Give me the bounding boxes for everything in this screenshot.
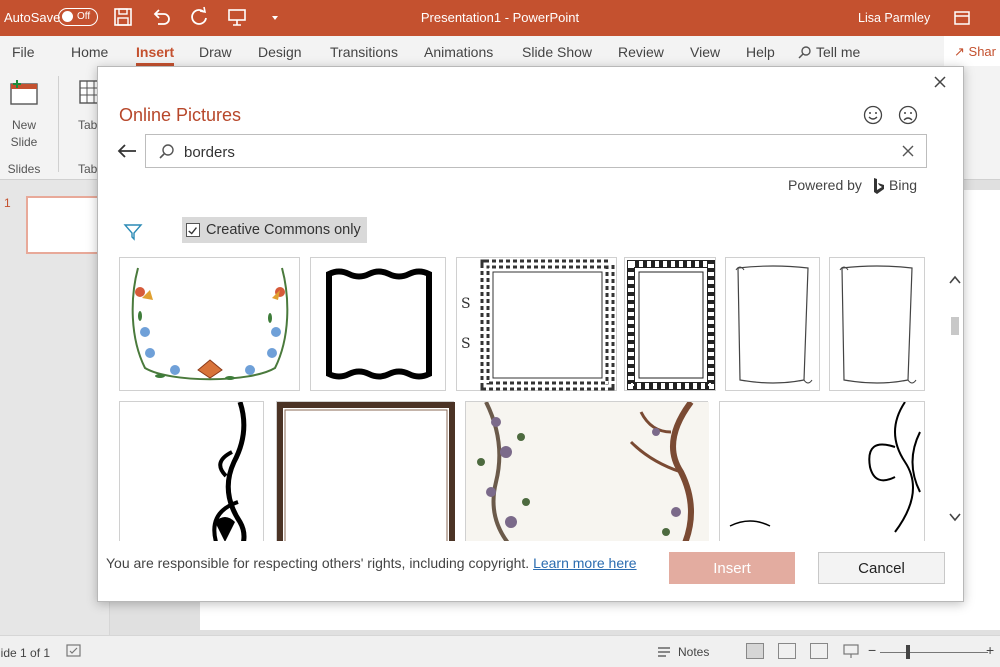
clear-search-icon[interactable] [900,143,916,159]
zoom-slider-thumb[interactable] [906,645,910,659]
tab-insert[interactable]: Insert [136,44,175,66]
dialog-title: Online Pictures [119,105,242,125]
table-label[interactable]: Tab [78,118,97,132]
tab-view[interactable]: View [690,44,720,60]
tab-transitions[interactable]: Transitions [330,44,398,60]
new-slide-label-2[interactable]: Slide [4,135,44,149]
creative-commons-label: Creative Commons only [206,222,361,238]
tab-home[interactable]: Home [71,44,108,60]
result-image-chain-frame[interactable] [624,257,716,391]
new-slide-label[interactable]: New [4,118,44,132]
close-icon[interactable] [932,74,948,90]
tab-animations[interactable]: Animations [424,44,493,60]
result-image-rope-frame[interactable]: S S [456,257,617,391]
checkbox-checked-icon[interactable] [186,223,200,237]
filter-icon[interactable] [123,222,143,242]
insert-button[interactable]: Insert [669,552,795,584]
result-image-swirl-border[interactable] [119,401,264,541]
scroll-down-icon[interactable] [948,510,962,524]
scroll-up-icon[interactable] [948,273,962,287]
bing-label: Bing [889,177,918,193]
status-bar: lide 1 of 1 Notes − + [0,635,1000,667]
search-input[interactable] [184,141,864,163]
user-name[interactable]: Lisa Parmley [858,11,930,25]
cancel-button[interactable]: Cancel [818,552,945,584]
frown-feedback-icon[interactable] [898,105,918,125]
reading-view-icon[interactable] [810,643,828,659]
back-arrow-icon[interactable] [116,141,138,161]
ribbon-tabs: File Home Insert Draw Design Transitions… [0,36,1000,68]
zoom-slider[interactable] [880,652,988,653]
share-icon: ↗ [954,44,965,59]
tab-slide-show[interactable]: Slide Show [522,44,592,60]
svg-text:S: S [461,296,471,312]
result-image-brown-frame[interactable] [276,401,455,541]
zoom-in-icon[interactable]: + [986,642,994,658]
slideshow-view-icon[interactable] [842,643,860,659]
image-results-grid: S S [98,257,948,541]
tab-review[interactable]: Review [618,44,664,60]
online-pictures-dialog: Online Pictures Powered by Bing Creative… [97,66,964,602]
group-slides-label: Slides [7,162,41,176]
ribbon-separator [58,76,59,172]
notes-button[interactable]: Notes [678,645,709,659]
tab-help[interactable]: Help [746,44,775,60]
result-image-butterfly-flowers[interactable] [119,257,300,391]
scrollbar-thumb[interactable] [951,317,959,335]
search-box[interactable] [145,134,927,168]
result-image-curl-ornament[interactable] [719,401,925,541]
copyright-text: You are responsible for respecting other… [106,555,534,571]
bing-logo-icon [874,178,884,194]
result-image-wavy-frame[interactable] [310,257,446,391]
new-slide-icon[interactable] [8,78,40,108]
zoom-out-icon[interactable]: − [868,642,876,658]
result-image-scroll-frame-1[interactable] [725,257,820,391]
tab-draw[interactable]: Draw [199,44,232,60]
slide-number: 1 [4,196,11,210]
copyright-notice: You are responsible for respecting other… [106,554,646,573]
learn-more-link[interactable]: Learn more here [533,555,637,571]
results-scrollbar[interactable] [946,257,964,541]
slide-sorter-icon[interactable] [778,643,796,659]
normal-view-icon[interactable] [746,643,764,659]
smile-feedback-icon[interactable] [863,105,883,125]
ribbon-display-icon[interactable] [952,8,972,28]
tell-me-search[interactable]: Tell me [816,44,860,60]
svg-text:S: S [461,336,471,352]
title-bar: AutoSave Off Presentation1 - PowerPoint … [0,0,1000,36]
tab-design[interactable]: Design [258,44,302,60]
spelling-icon[interactable] [66,644,82,658]
search-icon [159,144,174,159]
lightbulb-search-icon [798,46,811,59]
notes-icon[interactable] [656,645,672,658]
share-button[interactable]: ↗ Shar [944,36,1000,66]
result-image-scroll-frame-2[interactable] [829,257,925,391]
powered-by-label: Powered by [788,177,862,193]
slide-count: lide 1 of 1 [0,646,51,660]
tab-file[interactable]: File [12,44,35,60]
window-title: Presentation1 - PowerPoint [420,10,580,25]
share-label: Shar [968,44,996,59]
creative-commons-checkbox[interactable]: Creative Commons only [182,217,367,243]
result-image-tree-branches[interactable] [465,400,709,541]
